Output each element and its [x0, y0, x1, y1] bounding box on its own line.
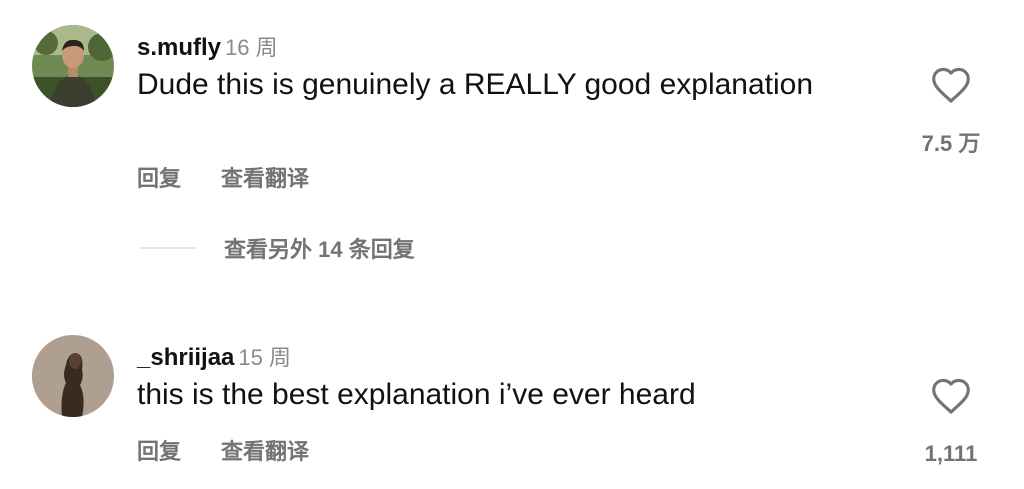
avatar[interactable]	[32, 25, 114, 107]
reply-button[interactable]: 回复	[137, 166, 181, 191]
translate-button[interactable]: 查看翻译	[221, 166, 309, 191]
heart-icon[interactable]	[930, 66, 972, 104]
replies-divider	[140, 247, 196, 249]
comment-meta: _shriijaa 15 周	[137, 340, 291, 372]
avatar[interactable]	[32, 335, 114, 417]
timestamp: 15 周	[238, 345, 291, 370]
reply-button[interactable]: 回复	[137, 439, 181, 464]
avatar-man-outdoors-icon	[32, 25, 114, 107]
comment-actions: 回复 查看翻译	[137, 434, 349, 466]
like-area: 1,111	[916, 377, 986, 467]
like-area: 7.5 万	[916, 66, 986, 158]
heart-icon[interactable]	[930, 377, 972, 415]
view-more-replies-label: 查看另外 14 条回复	[224, 237, 415, 262]
comment-meta: s.mufly 16 周	[137, 30, 278, 62]
view-more-replies-button[interactable]: 查看另外 14 条回复	[140, 232, 415, 264]
timestamp: 16 周	[225, 35, 278, 60]
comment-actions: 回复 查看翻译	[137, 161, 349, 193]
like-count: 1,111	[924, 441, 978, 466]
comment-text: Dude this is genuinely a REALLY good exp…	[137, 68, 814, 101]
translate-button[interactable]: 查看翻译	[221, 439, 309, 464]
comment-text: this is the best explanation i’ve ever h…	[137, 378, 696, 411]
username[interactable]: _shriijaa	[137, 344, 234, 371]
username[interactable]: s.mufly	[137, 34, 221, 61]
avatar-woman-silhouette-icon	[32, 335, 114, 417]
like-count: 7.5 万	[921, 131, 981, 156]
